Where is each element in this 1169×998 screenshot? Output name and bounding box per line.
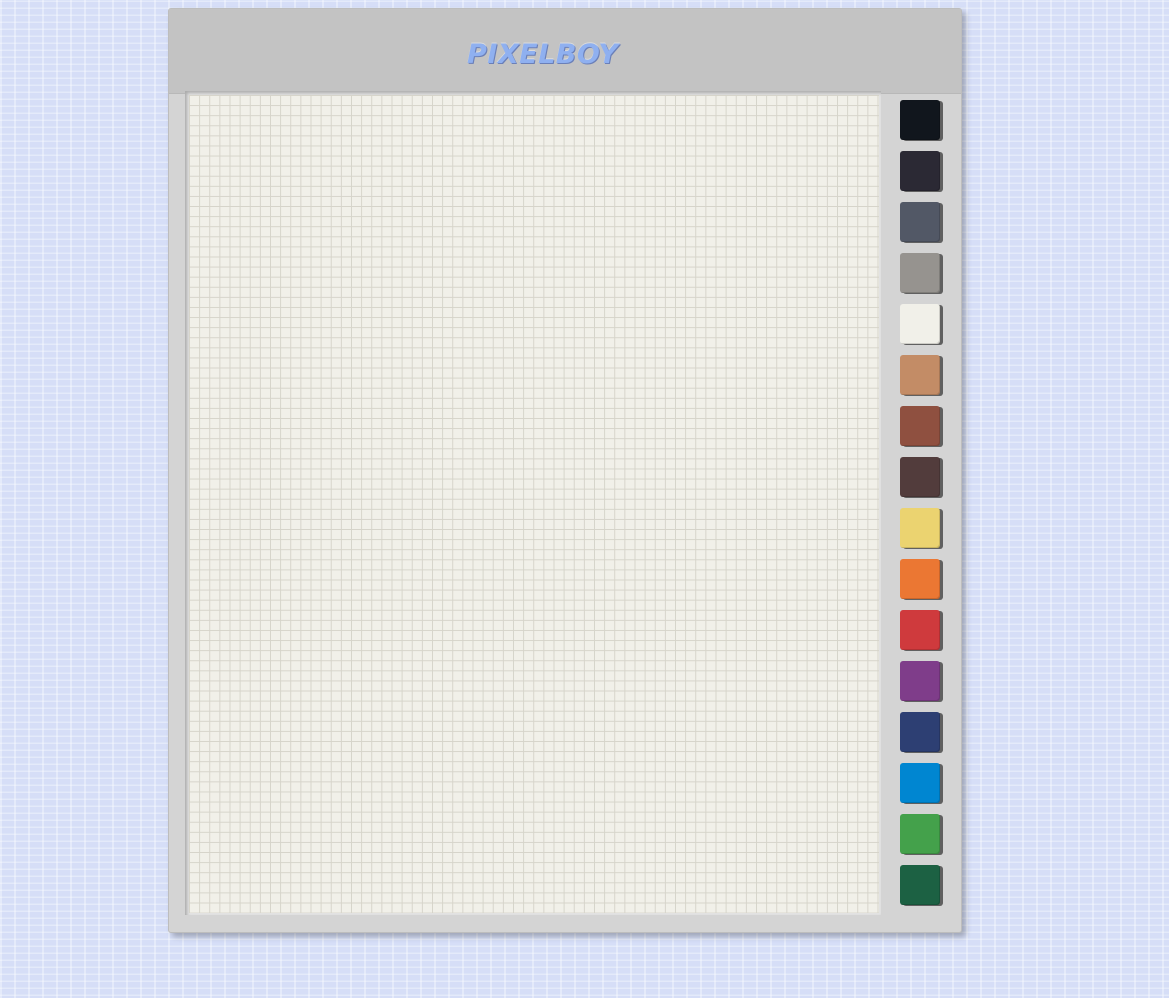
app-header: PIXELBOY — [169, 9, 961, 94]
swatch-off-white[interactable] — [900, 304, 940, 344]
swatch-dark-green[interactable] — [900, 865, 940, 905]
swatch-warm-gray[interactable] — [900, 253, 940, 293]
swatch-purple[interactable] — [900, 661, 940, 701]
swatch-navy[interactable] — [900, 712, 940, 752]
swatch-blue[interactable] — [900, 763, 940, 803]
swatch-slate-gray[interactable] — [900, 202, 940, 242]
pixelboy-device: PIXELBOY — [168, 8, 962, 933]
color-palette — [900, 100, 944, 916]
pixel-canvas[interactable] — [189, 95, 879, 913]
swatch-dark-brown[interactable] — [900, 457, 940, 497]
app-title: PIXELBOY — [467, 39, 619, 70]
swatch-orange[interactable] — [900, 559, 940, 599]
swatch-red[interactable] — [900, 610, 940, 650]
swatch-black[interactable] — [900, 100, 940, 140]
swatch-tan[interactable] — [900, 355, 940, 395]
swatch-green[interactable] — [900, 814, 940, 854]
swatch-dark-slate[interactable] — [900, 151, 940, 191]
swatch-rust-brown[interactable] — [900, 406, 940, 446]
swatch-yellow[interactable] — [900, 508, 940, 548]
